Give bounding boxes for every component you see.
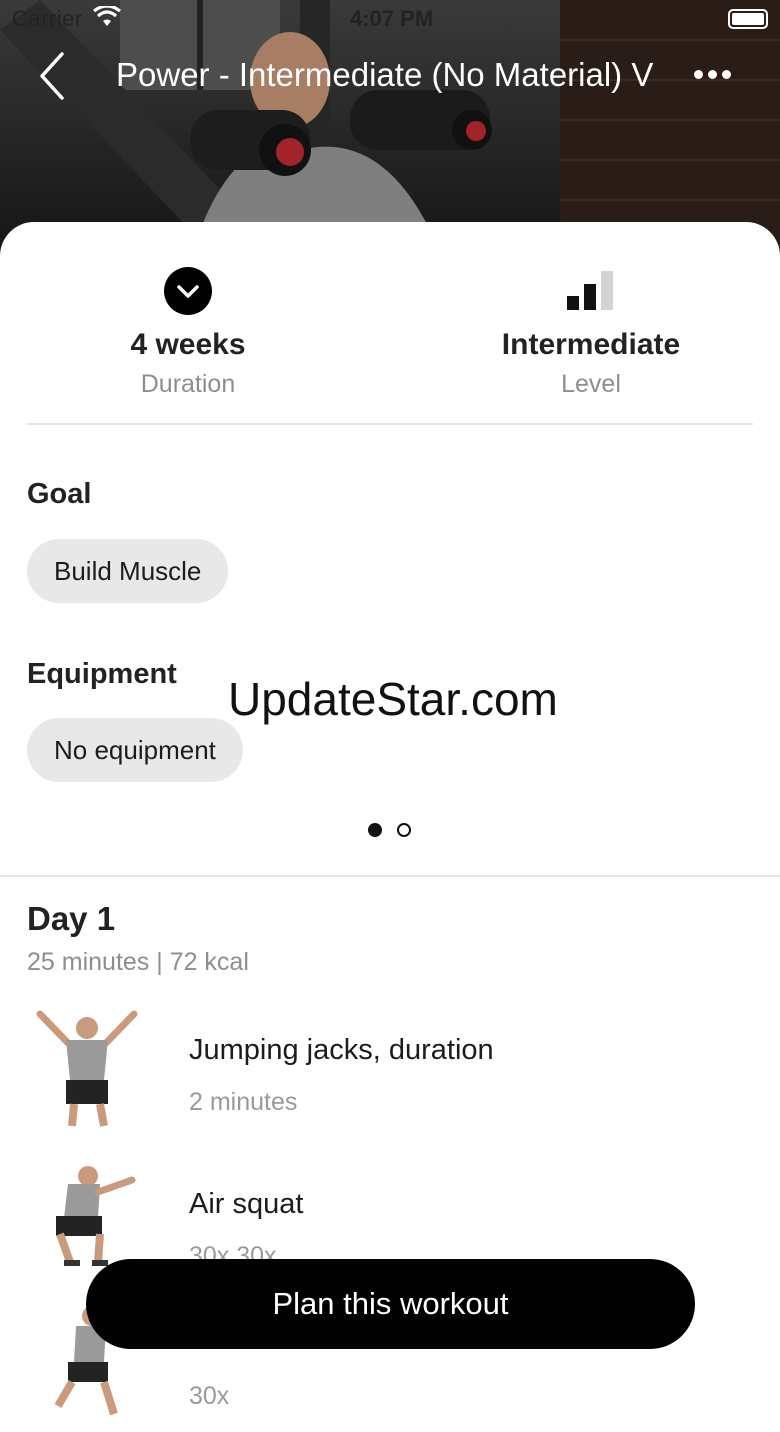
page-dot-inactive[interactable] [397, 823, 411, 837]
watermark: UpdateStar.com [228, 673, 558, 725]
status-bar: Carrier 4:07 PM [0, 0, 780, 40]
page-indicator[interactable] [368, 823, 426, 842]
level-stat: Intermediate Level [441, 267, 741, 399]
header-photo: Carrier 4:07 PM Power - Intermediate (No… [0, 0, 780, 260]
chevron-left-icon [40, 52, 64, 100]
wifi-icon [92, 4, 122, 34]
signal-bars-icon [567, 271, 613, 310]
exercise-thumbnail [36, 1010, 138, 1127]
workout-details-card: 4 weeks Duration Intermediate Level Goal… [0, 222, 780, 1416]
day-meta: 25 minutes | 72 kcal [27, 948, 249, 976]
goal-chip[interactable]: Build Muscle [27, 539, 229, 603]
level-value: Intermediate [501, 328, 681, 361]
equipment-chip[interactable]: No equipment [27, 718, 243, 782]
more-dot-icon [722, 70, 731, 79]
exercise-name: Jumping jacks, duration [189, 1034, 494, 1066]
duration-stat: 4 weeks Duration [38, 267, 338, 399]
page-dot-active[interactable] [368, 823, 382, 837]
plan-workout-button[interactable]: Plan this workout [86, 1259, 695, 1349]
battery-icon [728, 9, 768, 29]
clock: 4:07 PM [350, 6, 434, 31]
back-button[interactable] [32, 50, 76, 102]
exercise-detail: 2 minutes [189, 1088, 298, 1116]
duration-value: 4 weeks [130, 328, 246, 361]
section-divider [0, 875, 780, 877]
page-title: Power - Intermediate (No Material) V [116, 56, 654, 93]
more-dot-icon [694, 70, 703, 79]
level-caption: Level [561, 370, 621, 398]
exercise-item[interactable]: Jumping jacks, duration 2 minutes [0, 1008, 780, 1138]
goal-heading: Goal [27, 478, 92, 510]
exercise-detail: 30x [189, 1382, 230, 1410]
more-dot-icon [708, 70, 717, 79]
equipment-heading: Equipment [27, 658, 177, 690]
stats-divider [27, 423, 753, 425]
chevron-down-circle-icon [164, 267, 212, 315]
more-options-button[interactable] [694, 60, 742, 90]
carrier-label: Carrier [12, 6, 83, 31]
duration-caption: Duration [140, 370, 236, 398]
day-title: Day 1 [27, 900, 116, 937]
exercise-name: Air squat [189, 1188, 304, 1220]
